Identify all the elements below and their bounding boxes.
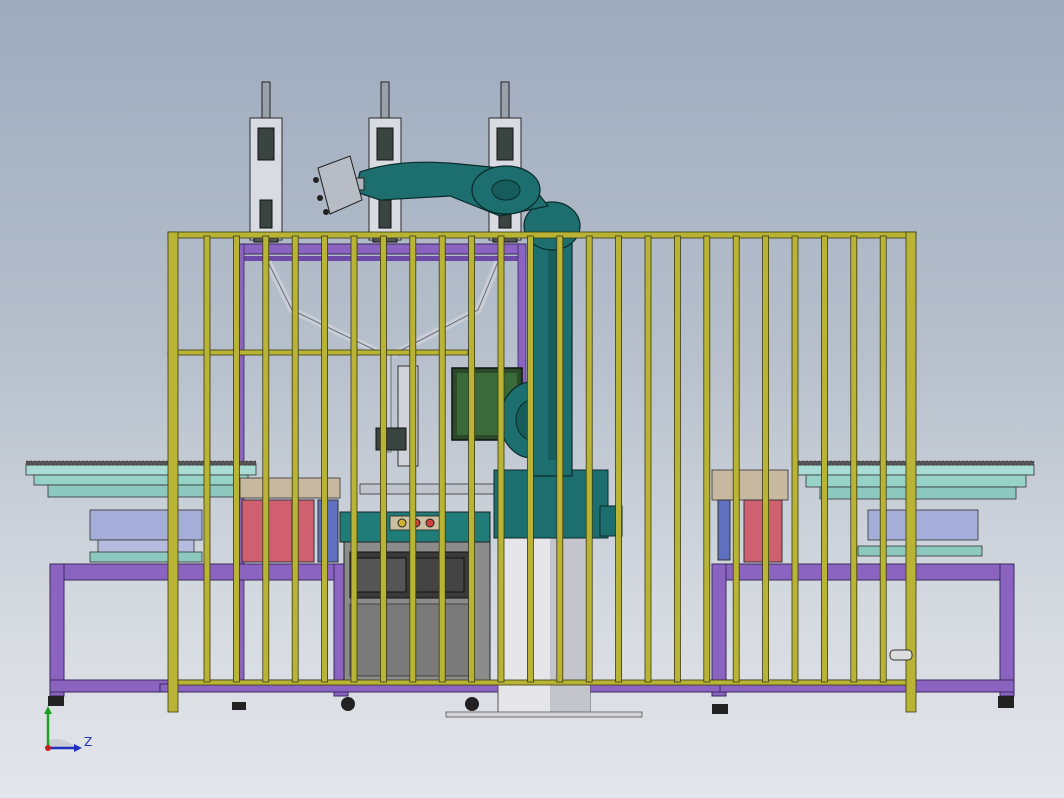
fence-post-right — [905, 231, 917, 713]
fence-bar — [232, 235, 240, 683]
fence-bar — [674, 235, 681, 683]
fence-top-rail — [167, 231, 917, 239]
cad-viewport[interactable]: Z — [0, 0, 1064, 798]
fence-mid-rail — [167, 349, 469, 356]
tool-post-left — [249, 81, 283, 243]
fence-bar — [468, 235, 476, 683]
fence-bar — [732, 235, 740, 683]
fence-bottom-rail — [167, 679, 917, 686]
base-frame-right — [711, 563, 1015, 708]
tool-post-right — [488, 81, 522, 243]
fence-post-left — [167, 231, 179, 713]
fence-bar — [350, 235, 358, 683]
fence-bar — [791, 235, 799, 683]
fence-bar — [203, 235, 211, 683]
fence-bar — [379, 235, 387, 683]
fence-bar — [703, 235, 711, 683]
cad-model-view[interactable] — [0, 0, 1064, 798]
fence-bar — [262, 235, 270, 683]
right-station — [711, 469, 789, 563]
fence-bar — [556, 235, 564, 683]
fence-bar — [585, 235, 593, 683]
tool-post-middle — [368, 81, 402, 243]
fence-bar — [409, 235, 417, 683]
fence-bar — [615, 235, 622, 683]
fence-bar — [821, 235, 828, 683]
fence-bar — [438, 235, 446, 683]
fence-bar — [644, 235, 652, 683]
industrial-robot — [313, 155, 623, 539]
fence-bar — [527, 235, 534, 683]
fence-bar — [879, 235, 887, 683]
fence-bar — [291, 235, 299, 683]
z-axis-label: Z — [84, 735, 92, 749]
coordinate-triad: Z — [44, 706, 92, 752]
fence-bar — [850, 235, 858, 683]
rotary-table-left — [25, 460, 257, 563]
fence-bar — [762, 235, 769, 683]
fence-bar — [497, 235, 505, 683]
fence-bar — [321, 235, 329, 683]
